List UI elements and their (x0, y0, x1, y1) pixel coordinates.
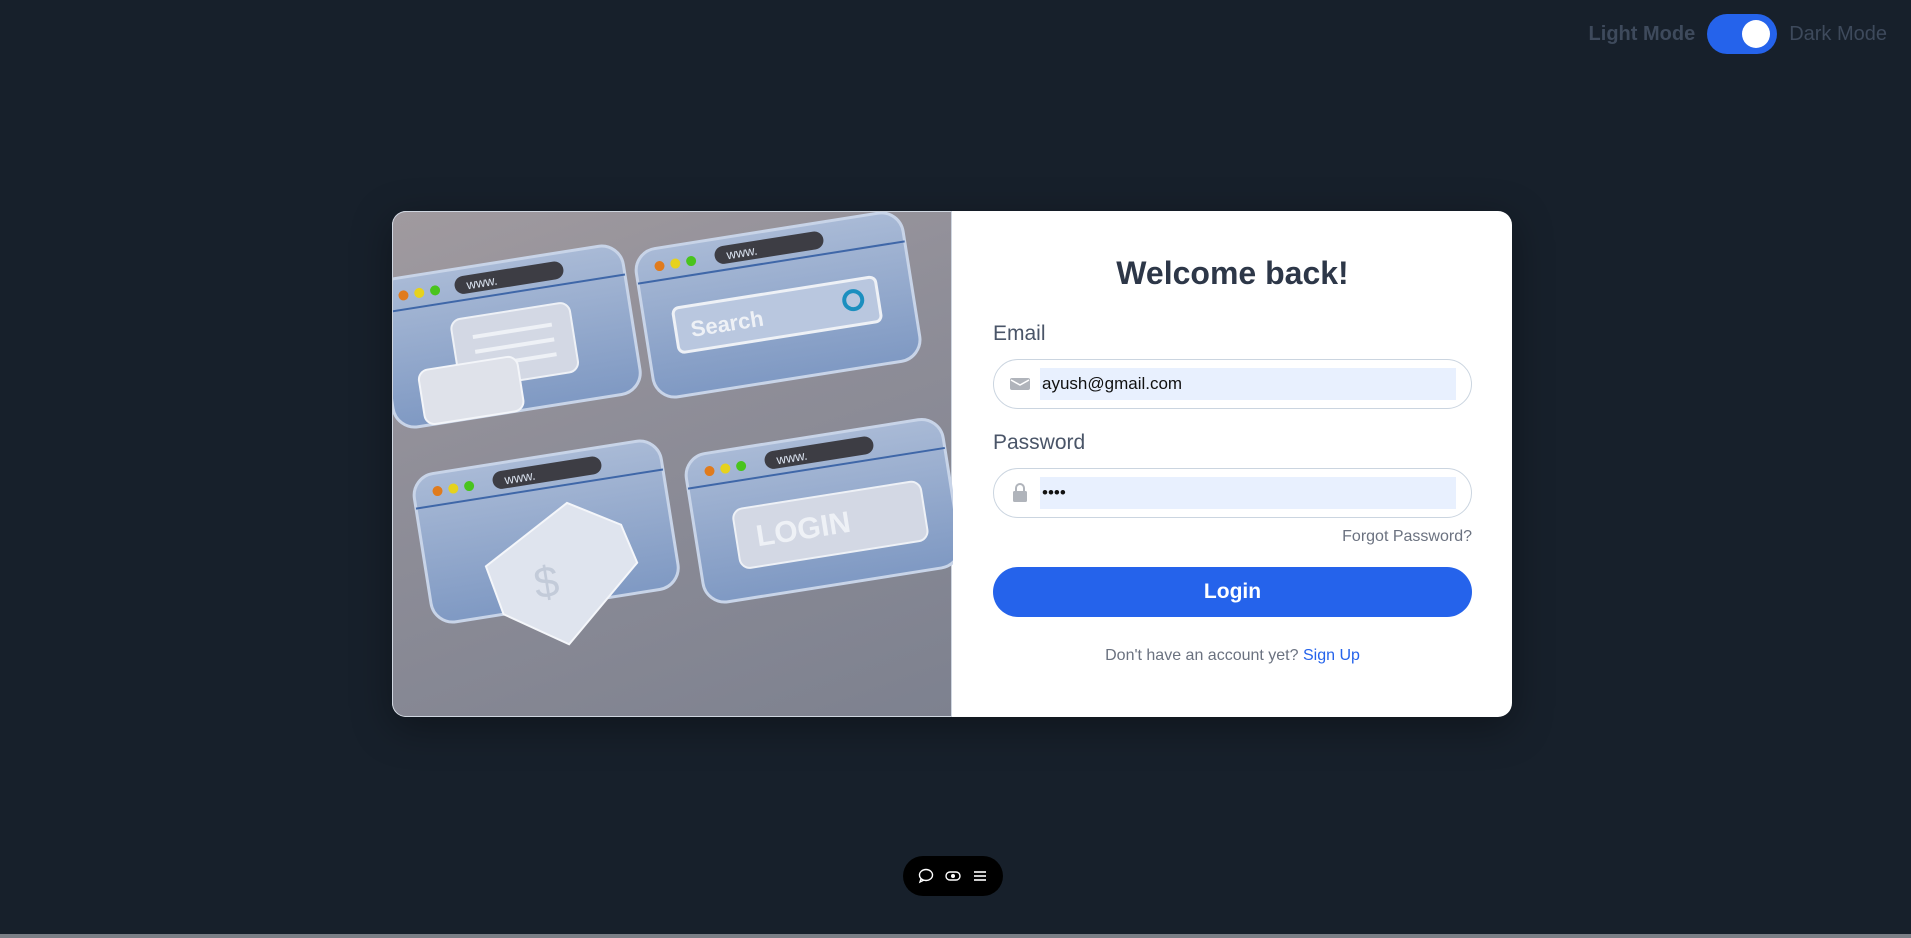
signup-link[interactable]: Sign Up (1303, 647, 1360, 664)
floating-toolbar (903, 856, 1003, 896)
dark-mode-label: Dark Mode (1789, 22, 1887, 45)
signup-prompt-text: Don't have an account yet? (1105, 647, 1299, 664)
hero-illustration: www. www. Search www. $ www. LOGIN (392, 211, 953, 717)
form-title: Welcome back! (1116, 255, 1349, 291)
theme-switch[interactable] (1707, 14, 1778, 54)
signup-prompt: Don't have an account yet? Sign Up (993, 647, 1472, 665)
forgot-password-link[interactable]: Forgot Password? (993, 528, 1472, 546)
login-button[interactable]: Login (993, 567, 1472, 617)
login-card: www. www. Search www. $ www. LOGIN Welco… (392, 211, 1512, 717)
lock-icon (1009, 482, 1031, 504)
email-field[interactable] (1040, 368, 1456, 400)
switch-knob (1742, 20, 1771, 48)
envelope-icon (1009, 373, 1031, 395)
toggle-icon[interactable] (942, 865, 964, 887)
email-label: Email (993, 322, 1046, 345)
illustration-art: www. www. Search www. $ www. LOGIN (393, 212, 953, 646)
theme-toggle: Light Mode Dark Mode (1589, 14, 1887, 54)
window-bottom-edge (0, 934, 1911, 938)
password-label: Password (993, 431, 1086, 454)
password-field-wrapper (993, 468, 1472, 518)
email-field-wrapper (993, 359, 1472, 409)
login-form: Welcome back! Email Password Forgot Pass… (952, 211, 1512, 717)
light-mode-label: Light Mode (1588, 22, 1696, 45)
password-field[interactable] (1040, 477, 1456, 509)
chat-icon[interactable] (915, 865, 937, 887)
menu-icon[interactable] (969, 865, 991, 887)
